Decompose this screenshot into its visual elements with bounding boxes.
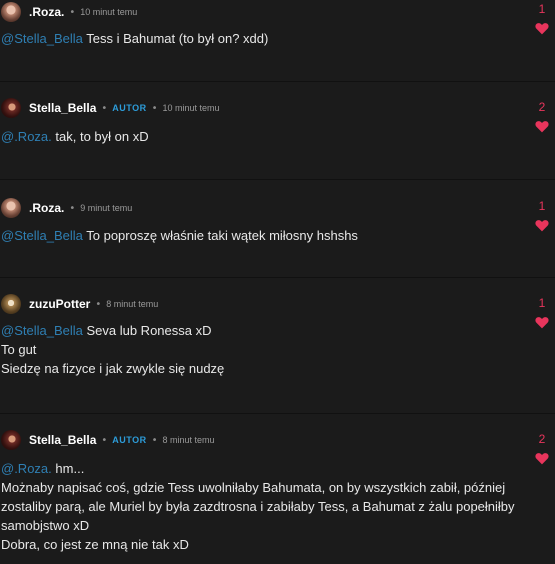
separator-dot: • (69, 6, 76, 18)
comment-body: @Stella_Bella Tess i Bahumat (to był on?… (1, 29, 531, 48)
separator-dot: • (101, 434, 108, 446)
vote-widget: 2 (535, 432, 549, 465)
vote-widget: 2 (535, 100, 549, 133)
heart-icon[interactable] (535, 219, 549, 232)
comment-body: @.Roza. tak, to był on xD (1, 127, 531, 146)
comment-line: Dobra, co jest ze mną nie tak xD (1, 537, 189, 552)
author-name[interactable]: .Roza. (29, 201, 64, 215)
separator-dot: • (151, 102, 158, 114)
author-name[interactable]: .Roza. (29, 5, 64, 19)
vote-count: 1 (538, 296, 546, 310)
avatar[interactable] (1, 98, 21, 118)
comment-text: hm... (55, 461, 85, 476)
timestamp: 8 minut temu (106, 299, 159, 309)
separator-dot: • (69, 202, 76, 214)
avatar[interactable] (1, 430, 21, 450)
vote-count: 1 (538, 2, 546, 16)
comment-body: @Stella_Bella To poproszę właśnie taki w… (1, 226, 531, 245)
comment-line: @Stella_Bella Seva lub Ronessa xD (1, 321, 531, 340)
vote-count: 2 (538, 100, 546, 114)
heart-icon[interactable] (535, 316, 549, 329)
vote-widget: 1 (535, 2, 549, 35)
comment-header: Stella_Bella • AUTOR • 8 minut temu (0, 428, 215, 452)
mention-link[interactable]: @Stella_Bella (1, 323, 83, 338)
comment-body: @.Roza. hm... Możnaby napisać coś, gdzie… (1, 459, 531, 554)
separator-dot: • (151, 434, 158, 446)
comment-header: zuzuPotter • 8 minut temu (0, 292, 158, 316)
author-badge: AUTOR (112, 103, 147, 113)
comment-text: tak, to był on xD (55, 129, 149, 144)
comment-header: Stella_Bella • AUTOR • 10 minut temu (0, 96, 220, 120)
comment-line: To gut (1, 342, 37, 357)
vote-widget: 1 (535, 296, 549, 329)
comment-line: @Stella_Bella To poproszę właśnie taki w… (1, 226, 531, 245)
avatar[interactable] (1, 294, 21, 314)
heart-icon[interactable] (535, 120, 549, 133)
timestamp: 9 minut temu (80, 203, 133, 213)
comment-thread: .Roza. • 10 minut temu 1 @Stella_Bella T… (0, 0, 555, 564)
heart-icon[interactable] (535, 452, 549, 465)
comment: Stella_Bella • AUTOR • 8 minut temu 2 @.… (0, 414, 555, 564)
comment-text: Tess i Bahumat (to był on? xdd) (86, 31, 269, 46)
comment-body: @Stella_Bella Seva lub Ronessa xD To gut… (1, 321, 531, 378)
author-badge: AUTOR (112, 435, 147, 445)
avatar[interactable] (1, 198, 21, 218)
comment-text: To poproszę właśnie taki wątek miłosny h… (86, 228, 358, 243)
comment-text: Seva lub Ronessa xD (86, 323, 212, 338)
comment: Stella_Bella • AUTOR • 10 minut temu 2 @… (0, 82, 555, 180)
mention-link[interactable]: @.Roza. (1, 461, 52, 476)
vote-count: 2 (538, 432, 546, 446)
timestamp: 10 minut temu (80, 7, 138, 17)
mention-link[interactable]: @Stella_Bella (1, 31, 83, 46)
comment-header: .Roza. • 10 minut temu (0, 0, 137, 24)
author-name[interactable]: zuzuPotter (29, 297, 90, 311)
mention-link[interactable]: @.Roza. (1, 129, 52, 144)
timestamp: 8 minut temu (162, 435, 215, 445)
comment-line: @.Roza. tak, to był on xD (1, 127, 531, 146)
comment: .Roza. • 10 minut temu 1 @Stella_Bella T… (0, 0, 555, 82)
mention-link[interactable]: @Stella_Bella (1, 228, 83, 243)
separator-dot: • (101, 102, 108, 114)
comment-line: Siedzę na fizyce i jak zwykle się nudzę (1, 361, 225, 376)
comment-line: @.Roza. hm... (1, 459, 531, 478)
avatar[interactable] (1, 2, 21, 22)
timestamp: 10 minut temu (162, 103, 220, 113)
vote-widget: 1 (535, 199, 549, 232)
vote-count: 1 (538, 199, 546, 213)
comment-line: Możnaby napisać coś, gdzie Tess uwolniła… (1, 480, 515, 533)
author-name[interactable]: Stella_Bella (29, 433, 96, 447)
separator-dot: • (95, 298, 102, 310)
author-name[interactable]: Stella_Bella (29, 101, 96, 115)
comment-header: .Roza. • 9 minut temu (0, 196, 132, 220)
heart-icon[interactable] (535, 22, 549, 35)
comment-line: @Stella_Bella Tess i Bahumat (to był on?… (1, 29, 531, 48)
comment: .Roza. • 9 minut temu 1 @Stella_Bella To… (0, 180, 555, 278)
comment: zuzuPotter • 8 minut temu 1 @Stella_Bell… (0, 278, 555, 414)
